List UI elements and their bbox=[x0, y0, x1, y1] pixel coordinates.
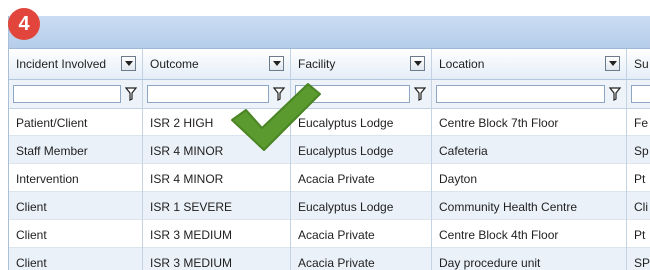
cell-text: ISR 1 SEVERE bbox=[150, 200, 233, 214]
column-header-location[interactable]: Location bbox=[432, 49, 627, 79]
table-cell-facility[interactable]: Acacia Private bbox=[291, 220, 432, 248]
table-cell-location[interactable]: Day procedure unit bbox=[432, 248, 627, 270]
cell-text: Centre Block 7th Floor bbox=[439, 116, 559, 130]
cell-text: Cafeteria bbox=[439, 144, 488, 158]
column-header-label: Outcome bbox=[150, 57, 199, 71]
cell-text: ISR 2 HIGH bbox=[150, 116, 214, 130]
cell-text: Client bbox=[16, 256, 47, 270]
column-header-label: Su bbox=[634, 57, 649, 71]
cell-text: Patient/Client bbox=[16, 116, 88, 130]
column-header-facility[interactable]: Facility bbox=[291, 49, 432, 79]
table-cell-facility[interactable]: Acacia Private bbox=[291, 164, 432, 192]
cell-text: Staff Member bbox=[16, 144, 88, 158]
cell-text: ISR 4 MINOR bbox=[150, 172, 224, 186]
filter-input-incident-involved[interactable] bbox=[13, 85, 121, 103]
filter-input-su[interactable] bbox=[631, 85, 650, 103]
column-header-su[interactable]: Su bbox=[627, 49, 650, 79]
table-cell-incident-involved[interactable]: Client bbox=[9, 192, 143, 220]
cell-text: Intervention bbox=[16, 172, 79, 186]
table-cell-location[interactable]: Community Health Centre bbox=[432, 192, 627, 220]
table-cell-incident-involved[interactable]: Staff Member bbox=[9, 136, 143, 164]
filter-input-location[interactable] bbox=[436, 85, 605, 103]
filter-cell bbox=[9, 80, 143, 108]
cell-text: ISR 3 MEDIUM bbox=[150, 228, 233, 242]
table-cell-location[interactable]: Centre Block 7th Floor bbox=[432, 108, 627, 136]
table-cell-su[interactable]: Cli bbox=[627, 192, 650, 220]
cell-text: Eucalyptus Lodge bbox=[298, 200, 394, 214]
chevron-down-icon[interactable] bbox=[269, 56, 284, 71]
incident-grid: Incident Involved Outcome Facility Location… bbox=[8, 16, 650, 270]
cell-text: Client bbox=[16, 228, 47, 242]
table-cell-su[interactable]: Sp bbox=[627, 136, 650, 164]
chevron-down-icon[interactable] bbox=[605, 56, 620, 71]
cell-text: Dayton bbox=[439, 172, 478, 186]
filter-cell bbox=[627, 80, 650, 108]
table-row[interactable]: Client ISR 3 MEDIUM Acacia Private Day proc… bbox=[9, 248, 650, 270]
column-header-incident-involved[interactable]: Incident Involved bbox=[9, 49, 143, 79]
cell-text: Client bbox=[16, 200, 47, 214]
filter-funnel-icon[interactable] bbox=[125, 87, 137, 101]
table-row[interactable]: Staff Member ISR 4 MINOR Eucalyptus Lodge C… bbox=[9, 136, 650, 164]
filter-cell bbox=[432, 80, 627, 108]
filter-funnel-icon[interactable] bbox=[414, 87, 426, 101]
table-cell-su[interactable]: SP bbox=[627, 248, 650, 270]
cell-text: ISR 3 MEDIUM bbox=[150, 256, 233, 270]
table-cell-location[interactable]: Dayton bbox=[432, 164, 627, 192]
step-number-badge: 4 bbox=[8, 8, 40, 40]
table-cell-incident-involved[interactable]: Client bbox=[9, 220, 143, 248]
table-cell-outcome[interactable]: ISR 3 MEDIUM bbox=[143, 248, 291, 270]
table-cell-facility[interactable]: Acacia Private bbox=[291, 248, 432, 270]
filter-row bbox=[9, 80, 650, 109]
cell-text: Centre Block 4th Floor bbox=[439, 228, 559, 242]
cell-text: SP bbox=[634, 256, 650, 270]
cell-text: Pt bbox=[634, 228, 646, 242]
cell-text: Acacia Private bbox=[298, 172, 375, 186]
cell-text: Sp bbox=[634, 144, 649, 158]
table-row[interactable]: Patient/Client ISR 2 HIGH Eucalyptus Lodge… bbox=[9, 108, 650, 136]
table-cell-outcome[interactable]: ISR 3 MEDIUM bbox=[143, 220, 291, 248]
table-row[interactable]: Intervention ISR 4 MINOR Acacia Private Day… bbox=[9, 164, 650, 192]
cell-text: Acacia Private bbox=[298, 256, 375, 270]
cell-text: Pt bbox=[634, 172, 646, 186]
cell-text: Acacia Private bbox=[298, 228, 375, 242]
cell-text: ISR 4 MINOR bbox=[150, 144, 224, 158]
table-cell-su[interactable]: Pt bbox=[627, 220, 650, 248]
table-cell-incident-involved[interactable]: Client bbox=[9, 248, 143, 270]
column-header-label: Incident Involved bbox=[16, 57, 107, 71]
table-cell-outcome[interactable]: ISR 4 MINOR bbox=[143, 164, 291, 192]
table-cell-incident-involved[interactable]: Intervention bbox=[9, 164, 143, 192]
cell-text: Day procedure unit bbox=[439, 256, 541, 270]
column-header-outcome[interactable]: Outcome bbox=[143, 49, 291, 79]
table-cell-su[interactable]: Fe bbox=[627, 108, 650, 136]
chevron-down-icon[interactable] bbox=[121, 56, 136, 71]
column-header-label: Location bbox=[439, 57, 485, 71]
table-row[interactable]: Client ISR 3 MEDIUM Acacia Private Centre B… bbox=[9, 220, 650, 248]
table-cell-location[interactable]: Cafeteria bbox=[432, 136, 627, 164]
chevron-down-icon[interactable] bbox=[410, 56, 425, 71]
table-cell-incident-involved[interactable]: Patient/Client bbox=[9, 108, 143, 136]
cell-text: Fe bbox=[634, 116, 649, 130]
checkmark-icon bbox=[231, 83, 321, 151]
grid-title-bar bbox=[9, 16, 650, 49]
table-cell-su[interactable]: Pt bbox=[627, 164, 650, 192]
table-cell-facility[interactable]: Eucalyptus Lodge bbox=[291, 192, 432, 220]
cell-text: Community Health Centre bbox=[439, 200, 578, 214]
column-header-row: Incident Involved Outcome Facility Location… bbox=[9, 49, 650, 80]
table-row[interactable]: Client ISR 1 SEVERE Eucalyptus Lodge Commun… bbox=[9, 192, 650, 220]
table-cell-outcome[interactable]: ISR 1 SEVERE bbox=[143, 192, 291, 220]
table-cell-location[interactable]: Centre Block 4th Floor bbox=[432, 220, 627, 248]
cell-text: Cli bbox=[634, 200, 648, 214]
column-header-label: Facility bbox=[298, 57, 336, 71]
filter-funnel-icon[interactable] bbox=[609, 87, 621, 101]
